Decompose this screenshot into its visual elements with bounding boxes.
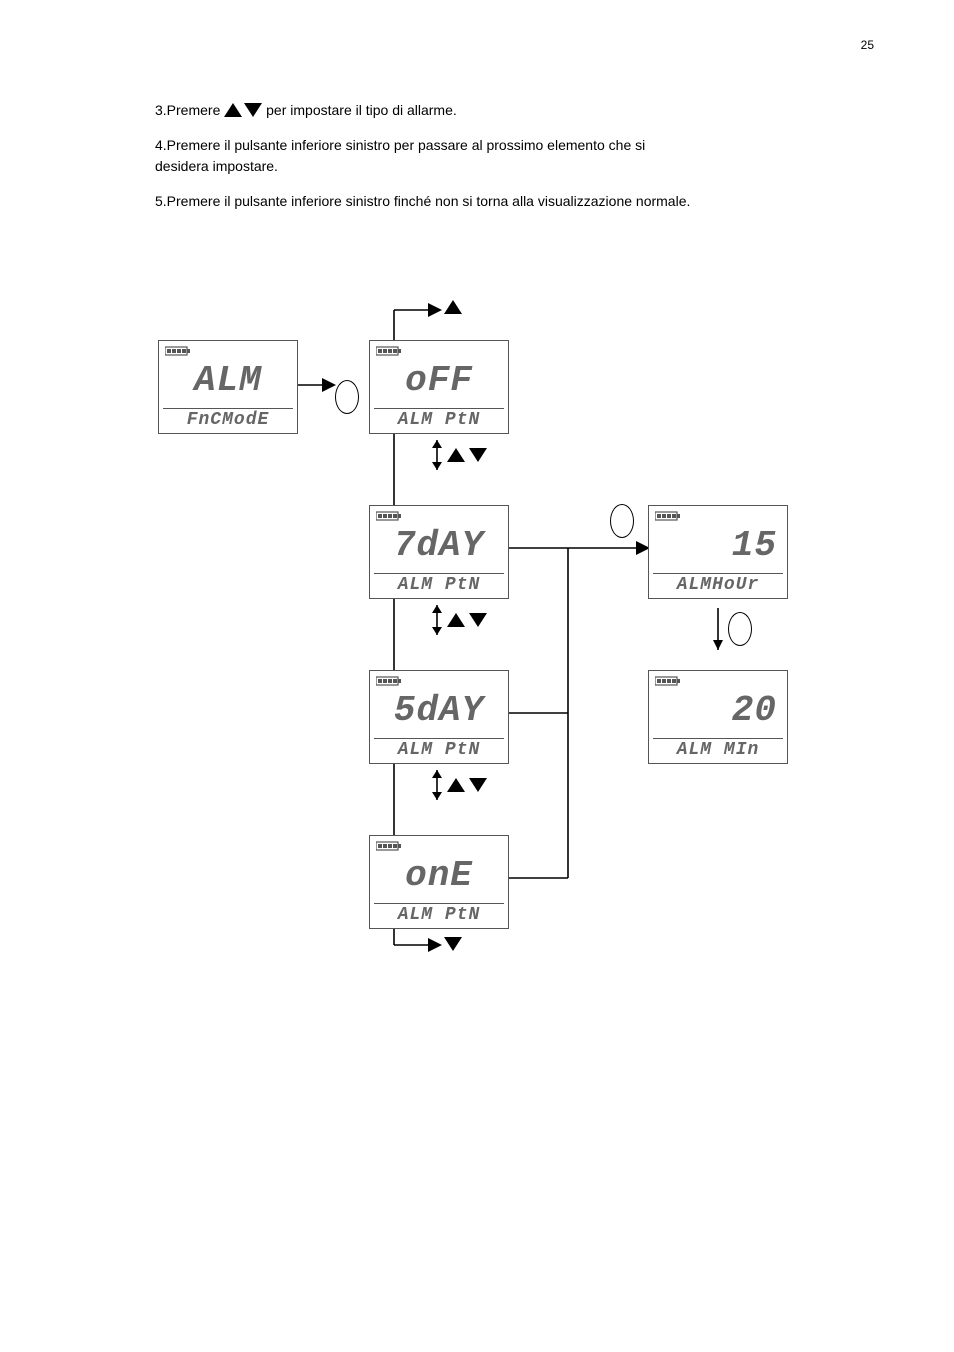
lcd-sub: ALMHoUr — [649, 574, 787, 596]
lcd-main: ALM — [159, 357, 297, 405]
lcd-fnc-mode: ALM FnCModE — [158, 340, 298, 434]
lcd-one: onE ALM PtN — [369, 835, 509, 929]
lcd-sub: ALM PtN — [370, 409, 508, 431]
battery-icon — [376, 675, 402, 687]
down-icon — [444, 937, 462, 957]
lcd-sub: ALM PtN — [370, 904, 508, 926]
lcd-5day: 5dAY ALM PtN — [369, 670, 509, 764]
lcd-sub: ALM MIn — [649, 739, 787, 761]
alarm-mode-diagram: ALM FnCModE oFF ALM PtN 7dAY ALM PtN 5dA… — [0, 0, 954, 1352]
lcd-sub: ALM PtN — [370, 574, 508, 596]
battery-icon — [655, 675, 681, 687]
up-down-icon — [447, 448, 487, 468]
battery-icon — [165, 345, 191, 357]
lcd-off: oFF ALM PtN — [369, 340, 509, 434]
lcd-min: 20 ALM MIn — [648, 670, 788, 764]
battery-icon — [376, 510, 402, 522]
lcd-main: onE — [370, 852, 508, 900]
button-icon — [610, 504, 634, 538]
lcd-main: 20 — [649, 687, 787, 735]
lcd-main: 7dAY — [370, 522, 508, 570]
lcd-main: oFF — [370, 357, 508, 405]
lcd-sub: FnCModE — [159, 409, 297, 431]
lcd-7day: 7dAY ALM PtN — [369, 505, 509, 599]
lcd-main: 5dAY — [370, 687, 508, 735]
battery-icon — [376, 345, 402, 357]
up-down-icon — [447, 613, 487, 633]
battery-icon — [655, 510, 681, 522]
up-icon — [444, 300, 462, 320]
lcd-main: 15 — [649, 522, 787, 570]
lcd-sub: ALM PtN — [370, 739, 508, 761]
button-icon — [728, 612, 752, 646]
button-icon — [335, 380, 359, 414]
lcd-hour: 15 ALMHoUr — [648, 505, 788, 599]
up-down-icon — [447, 778, 487, 798]
battery-icon — [376, 840, 402, 852]
